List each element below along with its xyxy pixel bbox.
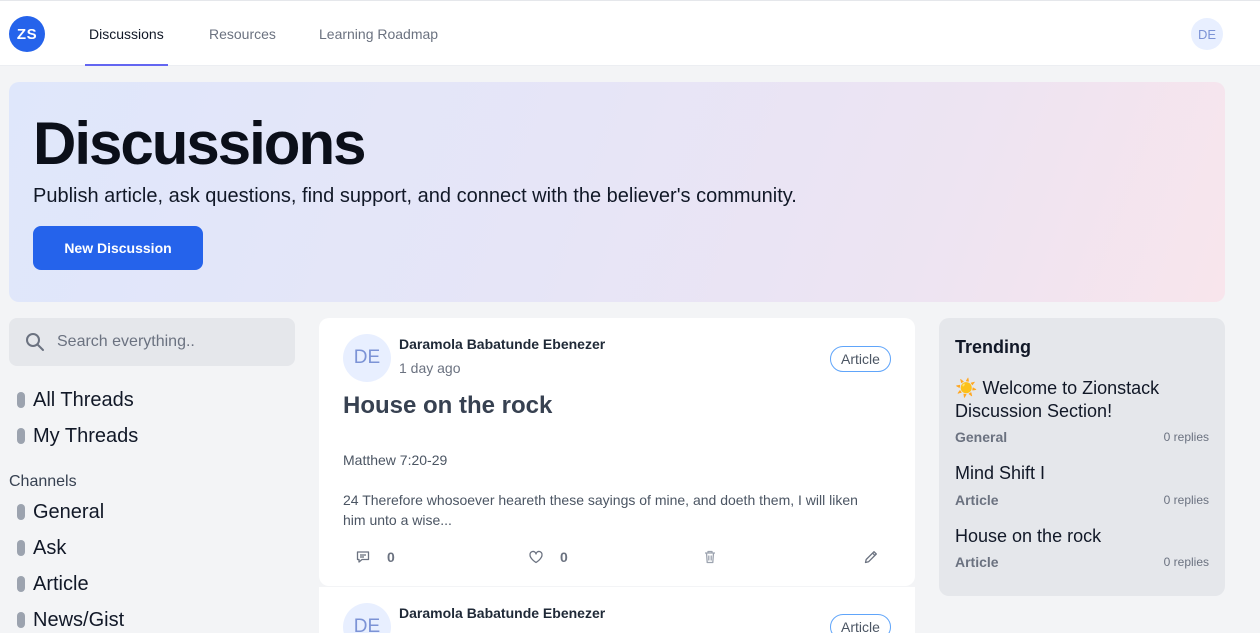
comment-count: 0 — [387, 549, 395, 565]
trash-icon — [705, 550, 715, 564]
bullet-marker — [17, 504, 25, 520]
bullet-marker — [17, 576, 25, 592]
trending-item-title[interactable]: Mind Shift I — [955, 462, 1210, 485]
sidebar-item-news-gist[interactable]: News/Gist — [17, 605, 124, 633]
sidebar-item-label: Ask — [33, 536, 67, 559]
tab-discussions[interactable]: Discussions — [85, 1, 168, 66]
author-avatar: DE — [343, 334, 391, 382]
sidebar-item-label: General — [33, 500, 105, 523]
trending-item-title[interactable]: ☀️ Welcome to Zionstack Discussion Secti… — [955, 377, 1210, 423]
trending-heading: Trending — [955, 337, 1031, 357]
trending-item-channel: Article — [955, 554, 999, 570]
author-name[interactable]: Daramola Babatunde Ebenezer — [399, 605, 605, 621]
trending-item-replies: 0 replies — [1163, 493, 1209, 507]
edit-button[interactable] — [863, 549, 879, 565]
trending-item-replies: 0 replies — [1163, 555, 1209, 569]
channels-heading: Channels — [9, 473, 77, 490]
author-avatar: DE — [343, 603, 391, 633]
page-title: Discussions — [33, 110, 366, 177]
delete-button[interactable] — [702, 549, 718, 565]
tab-resources[interactable]: Resources — [209, 1, 276, 66]
like-count: 0 — [560, 549, 568, 565]
trending-panel: Trending ☀️ Welcome to Zionstack Discuss… — [939, 318, 1225, 596]
hero-banner: Discussions Publish article, ask questio… — [9, 82, 1225, 302]
scripture-reference: Matthew 7:20-29 — [343, 452, 448, 468]
channel-badge[interactable]: Article — [830, 614, 891, 633]
sun-icon: ☀️ — [955, 378, 978, 398]
new-discussion-button[interactable]: New Discussion — [33, 226, 203, 270]
page-subtitle: Publish article, ask questions, find sup… — [33, 185, 797, 207]
discussion-title[interactable]: House on the rock — [343, 392, 552, 420]
zionstack-logo[interactable]: ZS — [9, 16, 45, 52]
search-icon — [26, 333, 44, 351]
comments-button[interactable]: 0 — [355, 549, 395, 565]
sidebar-item-label: News/Gist — [33, 608, 125, 631]
search-box[interactable] — [9, 318, 295, 366]
discussion-card[interactable]: DE Daramola Babatunde Ebenezer Article — [319, 587, 915, 633]
search-input[interactable] — [57, 328, 282, 356]
trending-item-replies: 0 replies — [1163, 430, 1209, 444]
sidebar-item-article[interactable]: Article — [17, 569, 89, 599]
bullet-marker — [17, 392, 25, 408]
trending-item-channel: Article — [955, 492, 999, 508]
trending-item-label: Welcome to Zionstack Discussion Section! — [955, 378, 1160, 421]
discussion-card[interactable]: DE Daramola Babatunde Ebenezer 1 day ago… — [319, 318, 915, 586]
trending-item-channel: General — [955, 429, 1008, 445]
sidebar-item-ask[interactable]: Ask — [17, 533, 66, 563]
post-time: 1 day ago — [399, 360, 461, 376]
comment-icon — [356, 551, 370, 563]
sidebar-item-my-threads[interactable]: My Threads — [17, 421, 138, 451]
heart-icon — [529, 550, 543, 564]
bullet-marker — [17, 612, 25, 628]
discussion-excerpt: 24 Therefore whosoever heareth these say… — [343, 492, 858, 528]
tab-learning-roadmap[interactable]: Learning Roadmap — [319, 1, 438, 66]
bullet-marker — [17, 428, 25, 444]
channel-badge[interactable]: Article — [830, 346, 891, 372]
pencil-icon — [864, 551, 877, 564]
sidebar-item-label: All Threads — [33, 388, 134, 411]
sidebar-item-all-threads[interactable]: All Threads — [17, 385, 134, 415]
sidebar-item-general[interactable]: General — [17, 497, 104, 527]
bullet-marker — [17, 540, 25, 556]
top-navigation-bar: ZS Discussions Resources Learning Roadma… — [0, 0, 1260, 66]
sidebar-item-label: Article — [33, 572, 89, 595]
trending-item-title[interactable]: House on the rock — [955, 525, 1210, 548]
sidebar-item-label: My Threads — [33, 424, 139, 447]
like-button[interactable]: 0 — [528, 549, 568, 565]
author-name[interactable]: Daramola Babatunde Ebenezer — [399, 336, 605, 352]
user-avatar[interactable]: DE — [1191, 18, 1223, 50]
